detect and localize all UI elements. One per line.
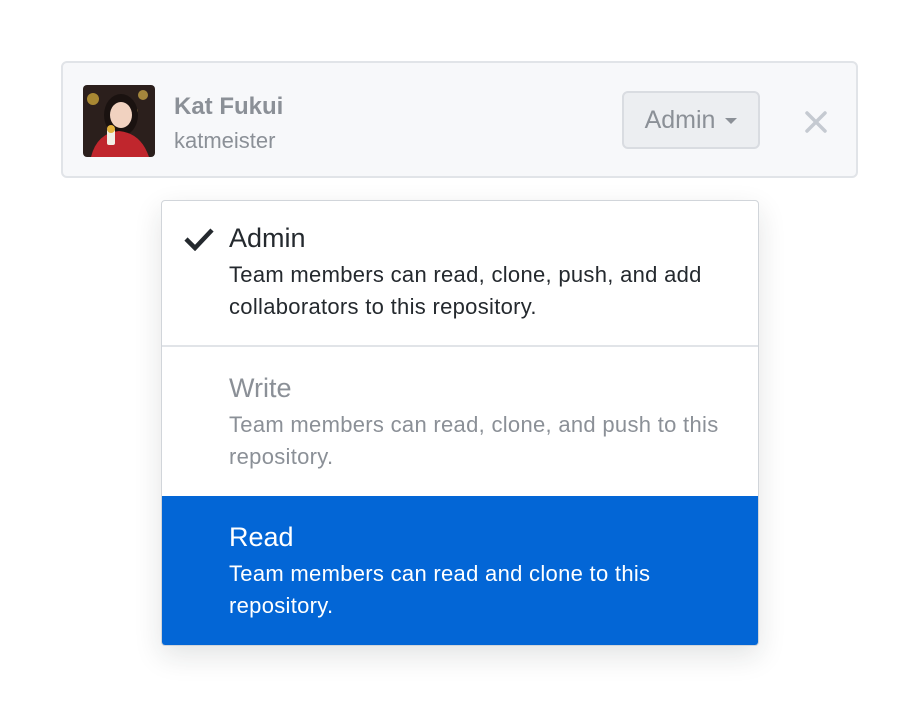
role-option-admin[interactable]: Admin Team members can read, clone, push… — [162, 201, 758, 347]
role-option-write[interactable]: Write Team members can read, clone, and … — [162, 347, 758, 496]
remove-member-button[interactable] — [801, 107, 831, 137]
caret-down-icon — [725, 118, 738, 124]
role-button-label: Admin — [644, 105, 716, 134]
role-dropdown-menu: Admin Team members can read, clone, push… — [161, 200, 759, 646]
role-dropdown-button[interactable]: Admin — [622, 91, 760, 149]
role-option-description: Team members can read, clone, and push t… — [229, 412, 719, 469]
user-avatar-photo-icon — [83, 85, 155, 157]
role-option-title: Write — [229, 373, 292, 403]
member-name: Kat Fukui — [174, 93, 284, 120]
role-option-description: Team members can read and clone to this … — [229, 561, 651, 618]
avatar — [83, 85, 155, 157]
role-option-title: Read — [229, 522, 294, 552]
role-option-title: Admin — [229, 223, 306, 253]
check-icon — [184, 228, 214, 251]
close-icon — [805, 111, 827, 133]
role-option-read[interactable]: Read Team members can read and clone to … — [162, 496, 758, 645]
role-option-description: Team members can read, clone, push, and … — [229, 262, 702, 319]
member-username: katmeister — [174, 128, 276, 153]
team-member-row: Kat Fukui katmeister Admin — [61, 61, 858, 178]
